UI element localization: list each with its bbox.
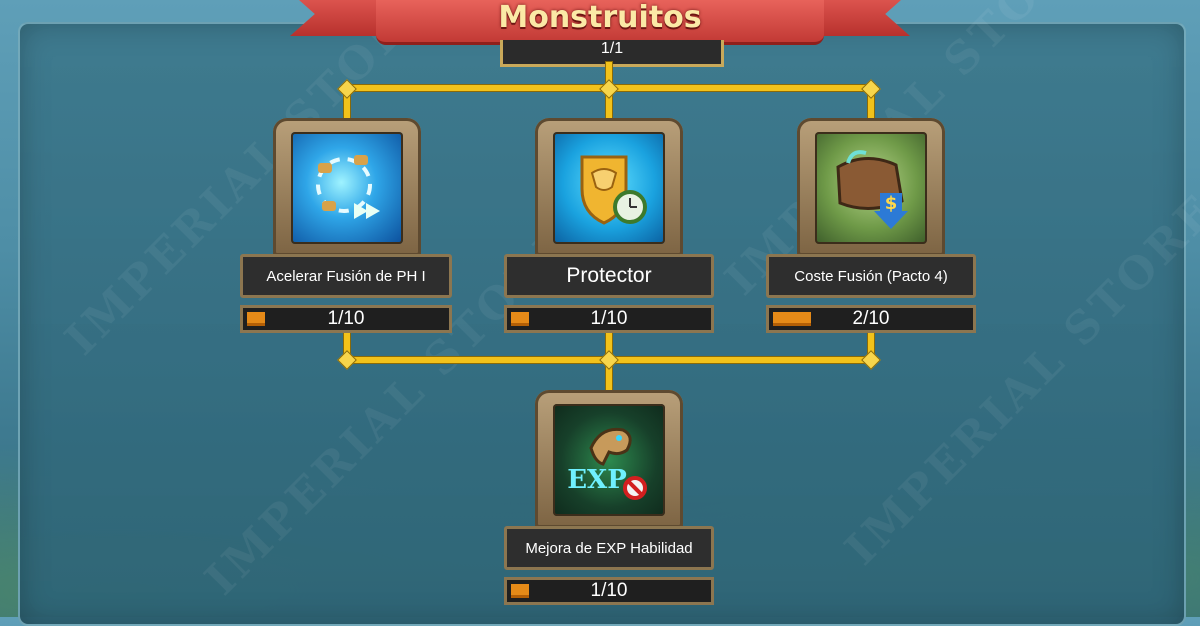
- svg-text:$: $: [885, 193, 898, 214]
- node-progress-bar: 1/10: [240, 305, 452, 333]
- node-label: Acelerar Fusión de PH I: [240, 254, 452, 298]
- previous-node-progress: 1/1: [500, 40, 724, 67]
- node-label: Mejora de EXP Habilidad: [504, 526, 714, 570]
- progress-fill: [511, 312, 529, 326]
- progress-fill: [247, 312, 265, 326]
- node-level: 1/10: [590, 308, 628, 329]
- node-level: 1/10: [590, 580, 628, 601]
- node-label: Coste Fusión (Pacto 4): [766, 254, 976, 298]
- progress-fill: [773, 312, 811, 326]
- node-label: Protector: [504, 254, 714, 298]
- research-node-exp-skill[interactable]: EXP: [535, 390, 683, 528]
- protector-shield-icon: [553, 132, 665, 244]
- node-level: 1/10: [327, 308, 365, 329]
- fusion-cost-icon: $: [815, 132, 927, 244]
- accelerate-fusion-icon: [291, 132, 403, 244]
- node-progress-bar: 1/10: [504, 577, 714, 605]
- node-progress-bar: 1/10: [504, 305, 714, 333]
- exp-skill-icon: EXP: [553, 404, 665, 516]
- svg-text:EXP: EXP: [567, 465, 627, 495]
- research-node-fusion-cost[interactable]: $: [797, 118, 945, 256]
- page-title: Monstruitos: [498, 0, 702, 35]
- research-node-protector[interactable]: [535, 118, 683, 256]
- node-level: 2/10: [852, 308, 890, 329]
- node-progress-bar: 2/10: [766, 305, 976, 333]
- research-node-accelerate-fusion[interactable]: [273, 118, 421, 256]
- progress-fill: [511, 584, 529, 598]
